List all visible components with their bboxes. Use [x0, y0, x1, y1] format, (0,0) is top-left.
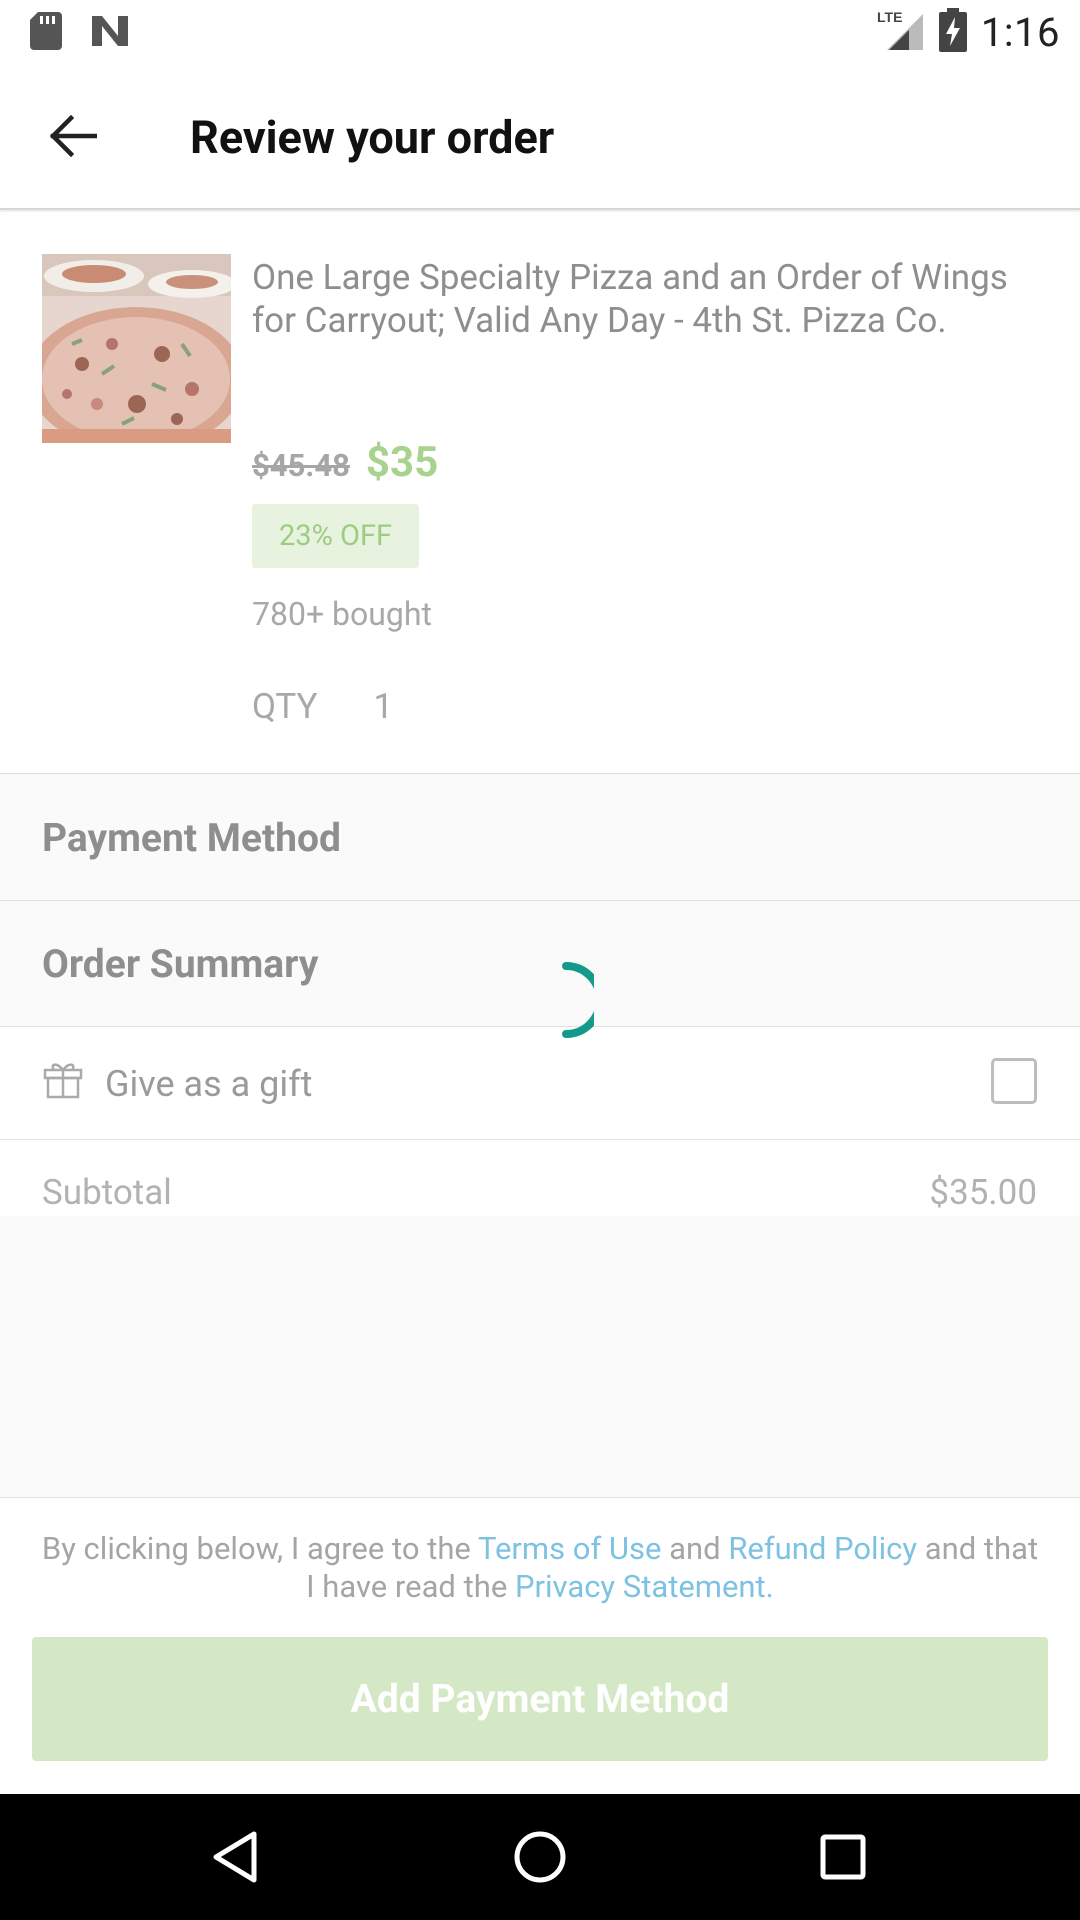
- triangle-back-icon: [213, 1831, 257, 1883]
- gift-row[interactable]: Give as a gift: [0, 1027, 1080, 1140]
- square-recents-icon: [820, 1834, 866, 1880]
- terms-of-use-link[interactable]: Terms of Use: [478, 1530, 662, 1567]
- back-button[interactable]: [40, 103, 106, 169]
- network-label: LTE: [877, 9, 902, 25]
- gift-checkbox[interactable]: [991, 1058, 1037, 1104]
- qty-value[interactable]: 1: [374, 686, 394, 727]
- bought-count: 780+ bought: [252, 595, 432, 633]
- subtotal-label: Subtotal: [42, 1172, 172, 1213]
- gift-label: Give as a gift: [105, 1063, 313, 1105]
- screen: LTE 1:16 Review your order One Large Spe…: [0, 0, 1080, 1920]
- subtotal-value: $35.00: [929, 1172, 1037, 1213]
- page-title: Review your order: [190, 111, 555, 164]
- nav-back-button[interactable]: [200, 1822, 270, 1892]
- status-time: 1:16: [980, 8, 1060, 56]
- battery-charging-icon: [938, 8, 967, 56]
- status-bar: LTE 1:16: [0, 0, 1080, 63]
- nav-recents-button[interactable]: [808, 1822, 878, 1892]
- arrow-back-icon: [49, 115, 97, 157]
- product-card: One Large Specialty Pizza and an Order o…: [0, 212, 1080, 774]
- subtotal-row: Subtotal $35.00: [0, 1140, 1080, 1216]
- add-payment-method-button[interactable]: Add Payment Method: [32, 1637, 1048, 1761]
- price-row: $45.48 $35: [252, 438, 438, 487]
- product-image[interactable]: [42, 254, 231, 443]
- terms-text: By clicking below, I agree to the Terms …: [40, 1530, 1040, 1606]
- lte-signal-icon: LTE: [877, 8, 925, 56]
- loading-spinner-icon: [550, 960, 604, 1040]
- privacy-statement-link[interactable]: Privacy Statement: [515, 1568, 766, 1605]
- payment-method-heading: Payment Method: [42, 815, 341, 861]
- order-summary-heading: Order Summary: [42, 941, 319, 987]
- sd-card-icon: [30, 12, 62, 54]
- gift-icon: [42, 1057, 84, 1103]
- n-logo-icon: [90, 14, 130, 52]
- terms-prefix: By clicking below, I agree to the: [41, 1530, 478, 1567]
- circle-home-icon: [514, 1831, 566, 1883]
- original-price: $45.48: [252, 447, 350, 484]
- qty-label: QTY: [252, 686, 318, 727]
- system-nav-bar: [0, 1794, 1080, 1920]
- quantity-row: QTY 1: [252, 686, 393, 727]
- payment-method-section[interactable]: Payment Method: [0, 775, 1080, 901]
- terms-suffix: .: [765, 1568, 774, 1605]
- product-title: One Large Specialty Pizza and an Order o…: [252, 257, 1008, 341]
- order-summary-section: Order Summary: [0, 901, 1080, 1027]
- discount-badge: 23% OFF: [252, 504, 419, 568]
- app-bar: Review your order: [0, 63, 1080, 210]
- terms-and-1: and: [661, 1530, 729, 1567]
- bottom-panel: By clicking below, I agree to the Terms …: [0, 1497, 1080, 1794]
- nav-home-button[interactable]: [505, 1822, 575, 1892]
- refund-policy-link[interactable]: Refund Policy: [728, 1530, 917, 1567]
- sale-price: $35: [365, 438, 439, 487]
